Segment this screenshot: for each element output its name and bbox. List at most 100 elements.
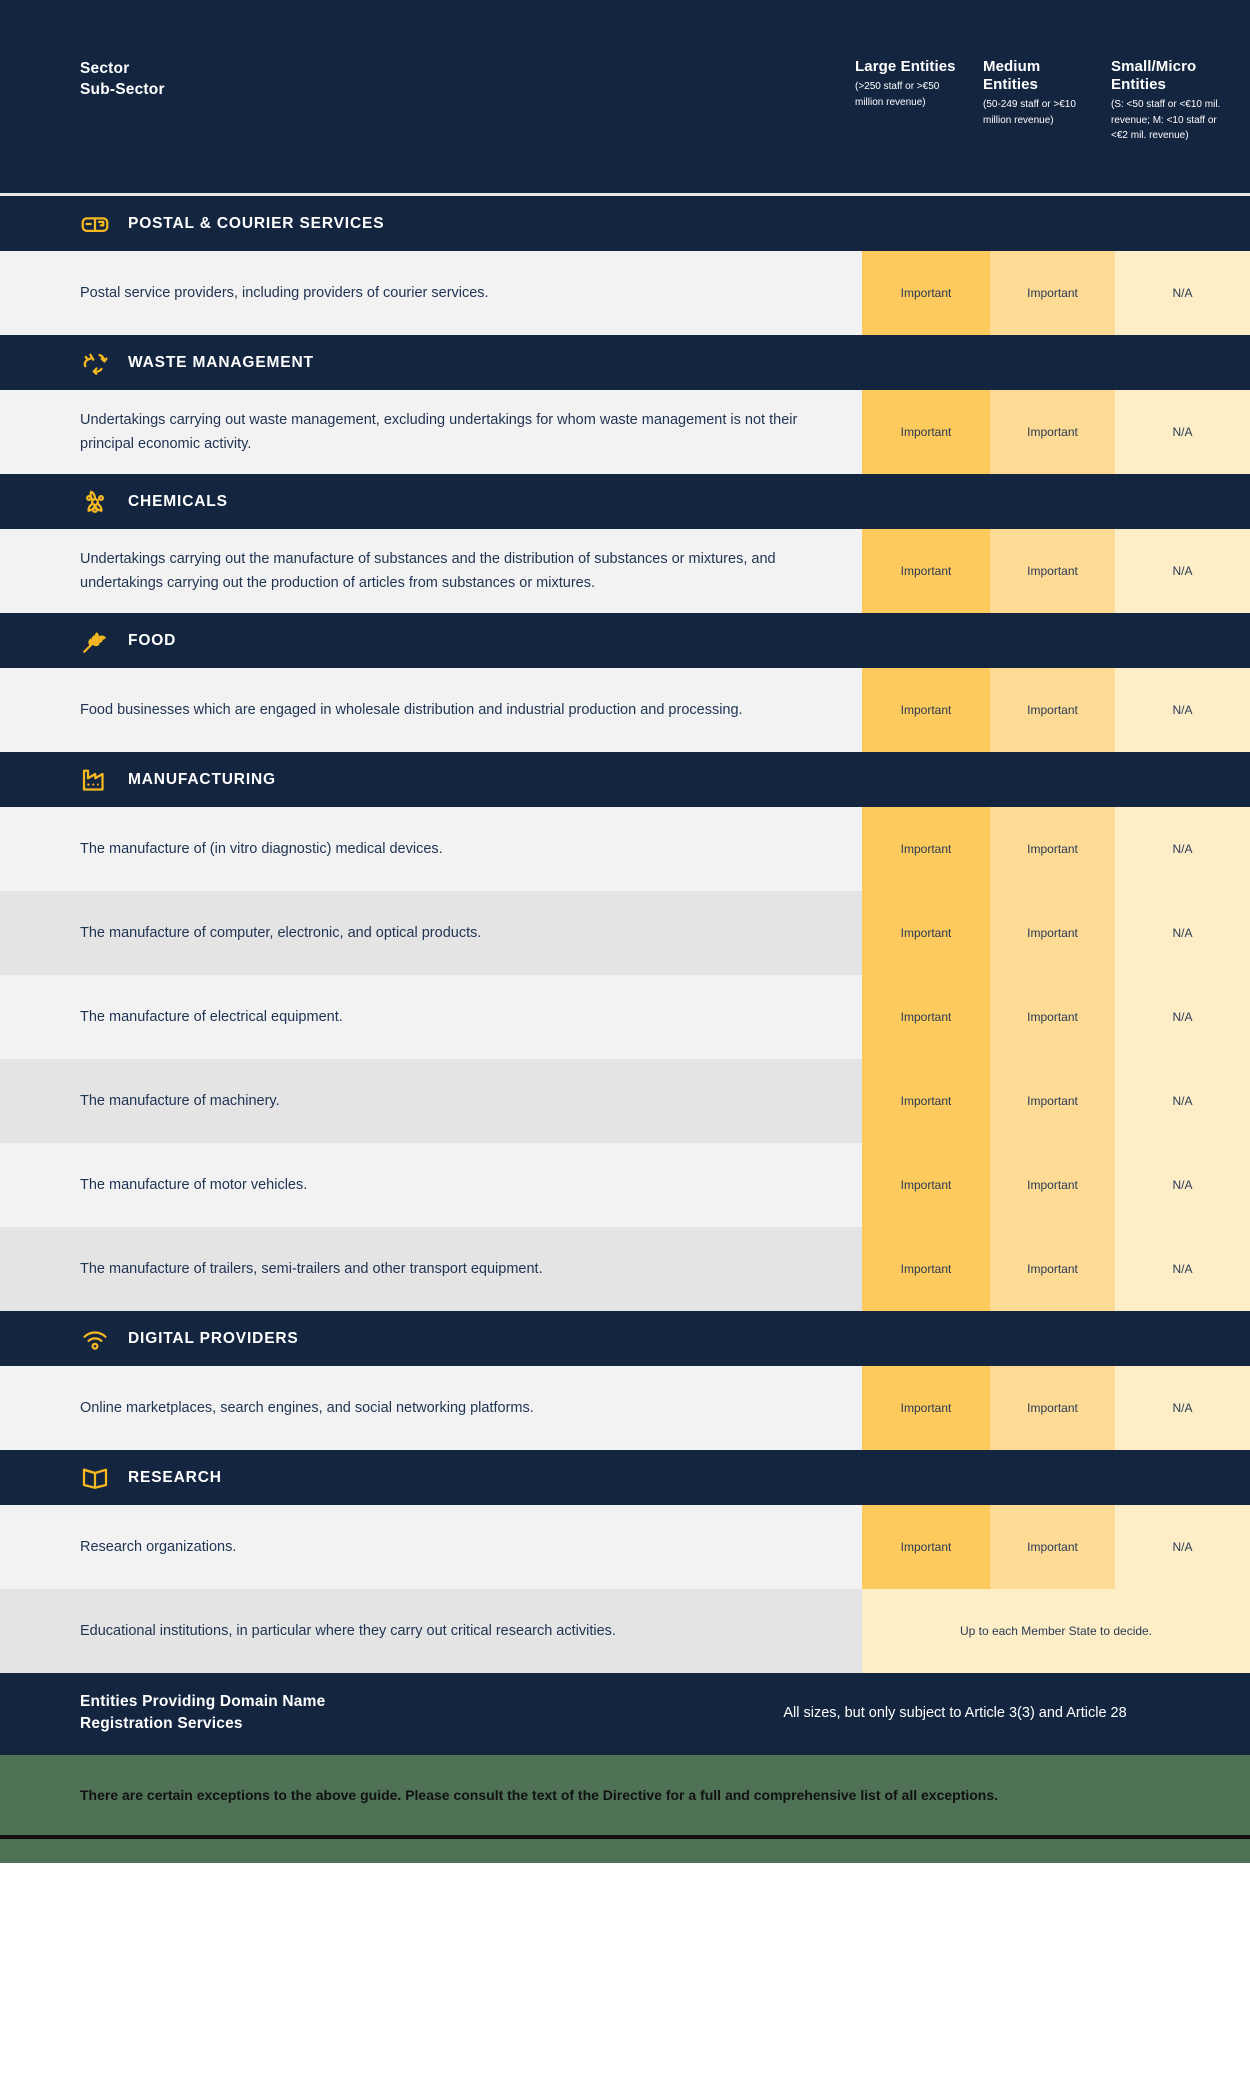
row-value-small: N/A — [1115, 1505, 1250, 1589]
row-value-medium: Important — [990, 891, 1115, 975]
recycle-icon — [80, 348, 110, 378]
wifi-icon — [80, 1324, 110, 1354]
table-row: The manufacture of trailers, semi-traile… — [0, 1227, 1250, 1311]
row-description: Postal service providers, including prov… — [80, 285, 489, 301]
header-sector-label: Sector — [80, 60, 130, 77]
table-row: The manufacture of machinery. Important Im… — [0, 1059, 1250, 1143]
row-value-large: Important — [862, 1143, 990, 1227]
row-value-large: Important — [862, 1059, 990, 1143]
row-value-small: N/A — [1115, 668, 1250, 752]
header-column-medium-sub: (50-249 staff or >€10 million revenue) — [983, 99, 1076, 126]
section-header-research: Research — [0, 1450, 1250, 1505]
row-description: The manufacture of machinery. — [80, 1093, 280, 1109]
row-value-small: N/A — [1115, 529, 1250, 613]
section-title-postal-courier-services: Postal & Courier Services — [128, 215, 385, 232]
section-title-digital-providers: Digital Providers — [128, 1330, 299, 1347]
domain-registration-label: Entities Providing Domain Name Registrat… — [80, 1691, 740, 1735]
section-header-digital-providers: Digital Providers — [0, 1311, 1250, 1366]
section-header-manufacturing: Manufacturing — [0, 752, 1250, 807]
row-value-all-sizes: Up to each Member State to decide. — [862, 1589, 1250, 1673]
row-value-large: Important — [862, 891, 990, 975]
row-value-large: Important — [862, 975, 990, 1059]
row-value-large: Important — [862, 1227, 990, 1311]
table-row: Food businesses which are engaged in who… — [0, 668, 1250, 752]
header-column-large-sub: (>250 staff or >€50 million revenue) — [855, 81, 940, 108]
row-value-small: N/A — [1115, 975, 1250, 1059]
row-description: The manufacture of (in vitro diagnostic)… — [80, 841, 443, 857]
row-value-small: N/A — [1115, 390, 1250, 474]
header-column-small-title: Small/Micro Entities — [1111, 58, 1197, 93]
table-row: Online marketplaces, search engines, and… — [0, 1366, 1250, 1450]
section-title-food: Food — [128, 632, 177, 649]
section-title-waste-management: Waste Management — [128, 354, 314, 371]
row-value-medium: Important — [990, 807, 1115, 891]
row-value-small: N/A — [1115, 1059, 1250, 1143]
header-sector-labels: Sector Sub-Sector — [80, 58, 165, 100]
section-title-manufacturing: Manufacturing — [128, 771, 276, 788]
row-description: The manufacture of trailers, semi-traile… — [80, 1261, 543, 1277]
section-title-chemicals: Chemicals — [128, 493, 228, 510]
row-value-large: Important — [862, 529, 990, 613]
row-value-small: N/A — [1115, 1366, 1250, 1450]
row-value-large: Important — [862, 1366, 990, 1450]
row-description: The manufacture of motor vehicles. — [80, 1177, 308, 1193]
mailbox-icon — [80, 209, 110, 239]
row-value-medium: Important — [990, 529, 1115, 613]
section-title-research: Research — [128, 1469, 222, 1486]
row-value-large: Important — [862, 251, 990, 335]
section-header-postal-courier-services: Postal & Courier Services — [0, 196, 1250, 251]
sections-container: Postal & Courier Services Postal service … — [0, 196, 1250, 1673]
exceptions-note-text: There are certain exceptions to the abov… — [80, 1786, 999, 1803]
row-value-large: Important — [862, 1505, 990, 1589]
row-description: Undertakings carrying out waste manageme… — [80, 412, 798, 452]
row-value-medium: Important — [990, 975, 1115, 1059]
row-value-small: N/A — [1115, 807, 1250, 891]
row-description: Food businesses which are engaged in who… — [80, 702, 743, 718]
header-subsector-label: Sub-Sector — [80, 81, 165, 98]
table-row: Research organizations. Important Importan… — [0, 1505, 1250, 1589]
header-column-medium: Medium Entities (50-249 staff or >€10 mi… — [983, 58, 1111, 144]
table-row: Undertakings carrying out waste manageme… — [0, 390, 1250, 474]
row-value-small: N/A — [1115, 1227, 1250, 1311]
row-description: Undertakings carrying out the manufactur… — [80, 551, 776, 591]
row-value-medium: Important — [990, 1227, 1115, 1311]
header-columns: Large Entities (>250 staff or >€50 milli… — [855, 58, 1250, 144]
row-value-small: N/A — [1115, 891, 1250, 975]
domain-registration-note: All sizes, but only subject to Article 3… — [783, 1705, 1127, 1721]
book-icon — [80, 1463, 110, 1493]
exceptions-note-band: There are certain exceptions to the abov… — [0, 1755, 1250, 1839]
row-description: Online marketplaces, search engines, and… — [80, 1400, 534, 1416]
header-column-large: Large Entities (>250 staff or >€50 milli… — [855, 58, 983, 144]
table-row: The manufacture of (in vitro diagnostic)… — [0, 807, 1250, 891]
row-value-medium: Important — [990, 390, 1115, 474]
header-column-medium-title: Medium Entities — [983, 58, 1041, 93]
row-value-small: N/A — [1115, 1143, 1250, 1227]
biohazard-icon — [80, 487, 110, 517]
row-description: The manufacture of electrical equipment. — [80, 1009, 343, 1025]
row-description: Educational institutions, in particular … — [80, 1623, 616, 1639]
row-value-small: N/A — [1115, 251, 1250, 335]
row-value-large: Important — [862, 668, 990, 752]
footer-tail — [0, 1839, 1250, 1863]
wheat-icon — [80, 626, 110, 656]
domain-registration-label-line2: Registration Services — [80, 1715, 243, 1732]
domain-registration-label-line1: Entities Providing Domain Name — [80, 1693, 326, 1710]
entity-classification-table: Sector Sub-Sector Large Entities (>250 s… — [0, 0, 1250, 1863]
table-row: Undertakings carrying out the manufactur… — [0, 529, 1250, 613]
section-header-waste-management: Waste Management — [0, 335, 1250, 390]
table-row: The manufacture of electrical equipment.… — [0, 975, 1250, 1059]
row-value-large: Important — [862, 390, 990, 474]
table-row: Postal service providers, including prov… — [0, 251, 1250, 335]
row-value-medium: Important — [990, 1143, 1115, 1227]
header-column-small-sub: (S: <50 staff or <€10 mil. revenue; M: <… — [1111, 99, 1221, 141]
section-header-food: Food — [0, 613, 1250, 668]
row-value-medium: Important — [990, 1059, 1115, 1143]
section-header-chemicals: Chemicals — [0, 474, 1250, 529]
row-value-large: Important — [862, 807, 990, 891]
header-column-small: Small/Micro Entities (S: <50 staff or <€… — [1111, 58, 1250, 144]
table-row: The manufacture of computer, electronic,… — [0, 891, 1250, 975]
row-value-medium: Important — [990, 668, 1115, 752]
header-column-large-title: Large Entities — [855, 58, 956, 75]
row-value-medium: Important — [990, 1505, 1115, 1589]
row-description: The manufacture of computer, electronic,… — [80, 925, 482, 941]
